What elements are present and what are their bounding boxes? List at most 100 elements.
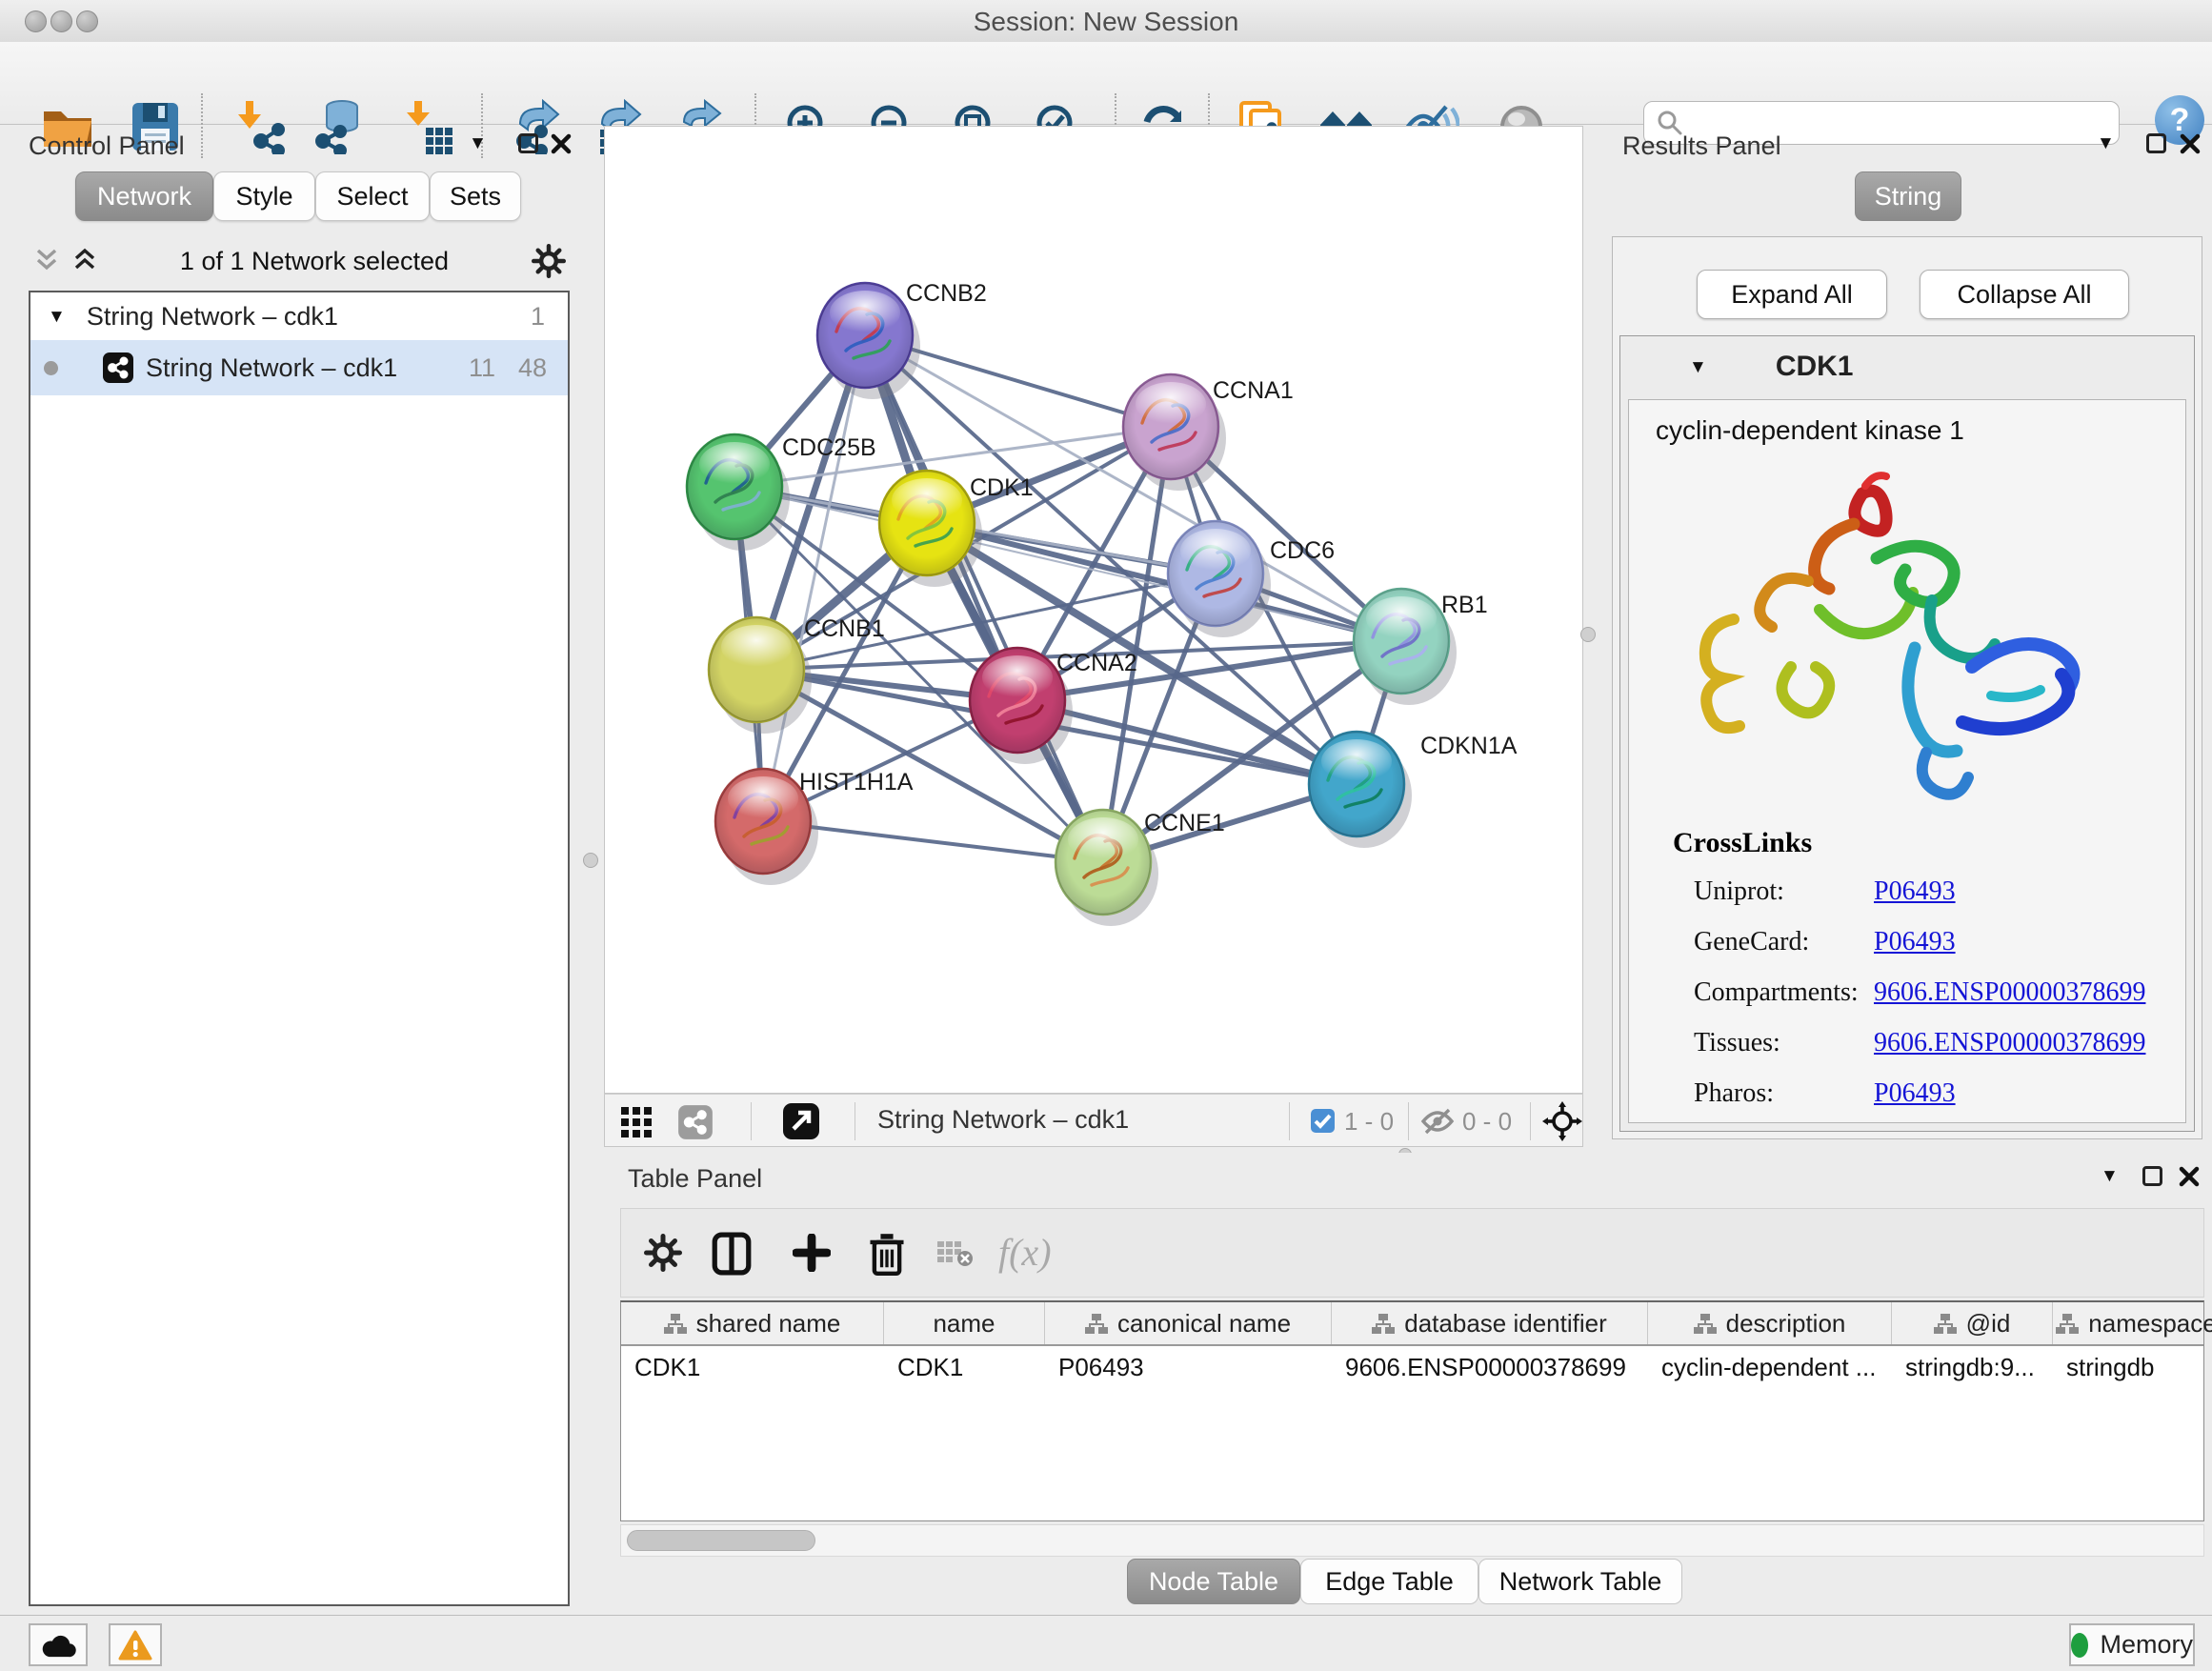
table-settings-gear-icon[interactable] — [644, 1234, 682, 1272]
crosslink-link[interactable]: P06493 — [1874, 876, 1956, 907]
node-CDK1[interactable] — [879, 471, 982, 587]
network-tree-item-row[interactable]: String Network – cdk1 11 48 — [30, 340, 568, 395]
node-CCNB2[interactable] — [817, 283, 920, 399]
edge-CCNB2-HIST1H1A[interactable] — [763, 335, 865, 821]
tab-edge-table[interactable]: Edge Table — [1300, 1559, 1478, 1604]
string-network-gray-icon[interactable] — [677, 1104, 714, 1140]
table-cell[interactable]: CDK1 — [884, 1346, 1045, 1388]
network-item-label: String Network – cdk1 — [146, 353, 397, 383]
tab-sets[interactable]: Sets — [430, 171, 521, 221]
node-CCNE1[interactable] — [1056, 810, 1158, 926]
protein-section-header[interactable]: ▼ CDK1 — [1620, 336, 2194, 397]
edge-CCNA1-CCNE1[interactable] — [1103, 427, 1171, 862]
expand-all-button[interactable]: Expand All — [1697, 270, 1887, 319]
table-panel-title: Table Panel — [628, 1164, 762, 1194]
table-panel-close-icon[interactable] — [2179, 1166, 2200, 1187]
memory-status-dot-icon — [2071, 1633, 2088, 1658]
protein-description: cyclin-dependent kinase 1 — [1656, 415, 1964, 446]
crosslink-link[interactable]: 9606.ENSP00000378699 — [1874, 1028, 2145, 1058]
column-header-id[interactable]: @id — [1892, 1302, 2053, 1344]
table-cell[interactable]: stringdb — [2053, 1346, 2212, 1388]
delete-table-icon-disabled — [937, 1241, 974, 1268]
column-header-canonicalname[interactable]: canonical name — [1045, 1302, 1332, 1344]
node-CDC25B[interactable] — [687, 434, 790, 551]
open-in-window-icon[interactable] — [782, 1102, 820, 1140]
control-panel-float-icon[interactable] — [518, 133, 538, 153]
network-collection-label: String Network – cdk1 — [87, 302, 338, 332]
table-tabs: Node TableEdge TableNetwork Table — [613, 1559, 2212, 1604]
string-network-icon — [102, 352, 134, 384]
table-toolbar: f(x) — [620, 1208, 2204, 1298]
show-columns-icon[interactable] — [711, 1232, 753, 1276]
column-label: namespace — [2088, 1309, 2212, 1339]
control-panel-close-icon[interactable] — [551, 133, 572, 154]
node-label-CCNA1: CCNA1 — [1213, 377, 1294, 404]
table-panel-menu-icon[interactable]: ▼ — [2101, 1166, 2119, 1186]
vertical-splitter-handle[interactable] — [583, 853, 598, 868]
table-horizontal-scrollbar[interactable] — [620, 1524, 2204, 1557]
scrollbar-thumb[interactable] — [627, 1530, 815, 1551]
table-cell[interactable]: 9606.ENSP00000378699 — [1332, 1346, 1648, 1388]
node-CCNA1[interactable] — [1123, 374, 1226, 491]
table-row[interactable]: CDK1CDK1P064939606.ENSP00000378699cyclin… — [621, 1346, 2203, 1388]
status-bar: Memory — [0, 1615, 2212, 1671]
column-header-name[interactable]: name — [884, 1302, 1045, 1344]
crosslink-link[interactable]: 9606.ENSP00000378699 — [1874, 977, 2145, 1008]
column-header-databaseidentifier[interactable]: database identifier — [1332, 1302, 1648, 1344]
section-collapse-icon[interactable]: ▼ — [1689, 357, 1707, 377]
tab-network[interactable]: Network — [75, 171, 213, 221]
tab-node-table[interactable]: Node Table — [1127, 1559, 1300, 1604]
window-title: Session: New Session — [0, 7, 2212, 37]
results-panel-menu-icon[interactable]: ▼ — [2097, 133, 2115, 153]
network-options-gear-icon[interactable] — [532, 244, 566, 278]
table-panel-float-icon[interactable] — [2142, 1166, 2162, 1186]
column-header-description[interactable]: description — [1648, 1302, 1892, 1344]
column-header-namespace[interactable]: namespace — [2053, 1302, 2212, 1344]
network-tree-root-row[interactable]: ▼ String Network – cdk1 1 — [30, 292, 568, 340]
grid-view-icon[interactable] — [620, 1106, 653, 1138]
function-builder-icon-disabled: f(x) — [998, 1230, 1052, 1275]
tree-collapse-icon[interactable]: ▼ — [48, 307, 66, 327]
crosslinks-list: Uniprot: P06493 GeneCard: P06493 Compartment… — [1629, 869, 2187, 1121]
network-selection-status: 1 of 1 Network selected — [97, 247, 532, 276]
table-cell[interactable]: stringdb:9... — [1892, 1346, 2053, 1388]
crosslink-link[interactable]: P06493 — [1874, 927, 1956, 957]
warnings-button[interactable] — [109, 1623, 162, 1666]
network-view-footer: String Network – cdk1 1 - 0 0 - 0 — [604, 1094, 1583, 1147]
hidden-eye-icon[interactable] — [1420, 1107, 1455, 1136]
column-type-icon — [1934, 1314, 1957, 1334]
table-cell[interactable]: CDK1 — [621, 1346, 884, 1388]
crosslink-label: GeneCard: — [1694, 927, 1809, 957]
tab-network-table[interactable]: Network Table — [1478, 1559, 1682, 1604]
control-panel-menu-icon[interactable]: ▼ — [469, 133, 487, 153]
node-label-CDC25B: CDC25B — [782, 434, 876, 461]
expand-all-icon[interactable] — [72, 248, 97, 274]
results-panel-float-icon[interactable] — [2146, 133, 2166, 153]
cloud-status-button[interactable] — [29, 1623, 88, 1666]
add-column-icon[interactable] — [793, 1234, 831, 1272]
birds-eye-view-icon[interactable] — [1542, 1101, 1582, 1141]
crosslink-row: Compartments:9606.ENSP00000378699 — [1629, 970, 2187, 1020]
tab-style[interactable]: Style — [213, 171, 315, 221]
selected-checkbox-icon[interactable] — [1310, 1108, 1336, 1134]
results-panel-close-icon[interactable] — [2180, 133, 2201, 154]
crosslink-label: Uniprot: — [1694, 876, 1784, 907]
node-CDKN1A[interactable] — [1309, 732, 1412, 848]
collection-count: 1 — [531, 302, 545, 332]
crosslink-row: Pharos:P06493 — [1629, 1071, 2187, 1121]
delete-column-trash-icon[interactable] — [867, 1232, 907, 1276]
table-cell[interactable]: cyclin-dependent ... — [1648, 1346, 1892, 1388]
node-label-CDKN1A: CDKN1A — [1420, 733, 1518, 759]
collapse-all-icon[interactable] — [34, 248, 59, 274]
table-cell[interactable]: P06493 — [1045, 1346, 1332, 1388]
crosslink-link[interactable]: P06493 — [1874, 1078, 1956, 1109]
collapse-all-button[interactable]: Collapse All — [1920, 270, 2129, 319]
tab-string[interactable]: String — [1855, 171, 1961, 221]
column-header-sharedname[interactable]: shared name — [621, 1302, 884, 1344]
memory-button[interactable]: Memory — [2069, 1623, 2195, 1666]
edge-count: 48 — [518, 353, 547, 383]
node-CDC6[interactable] — [1168, 521, 1271, 637]
network-canvas[interactable]: CCNB2CCNA1CDC25BCDK1CDC6RB1CCNB1CCNA2CDK… — [604, 126, 1583, 1094]
network-graph[interactable]: CCNB2CCNA1CDC25BCDK1CDC6RB1CCNB1CCNA2CDK… — [605, 127, 1582, 1093]
tab-select[interactable]: Select — [315, 171, 430, 221]
